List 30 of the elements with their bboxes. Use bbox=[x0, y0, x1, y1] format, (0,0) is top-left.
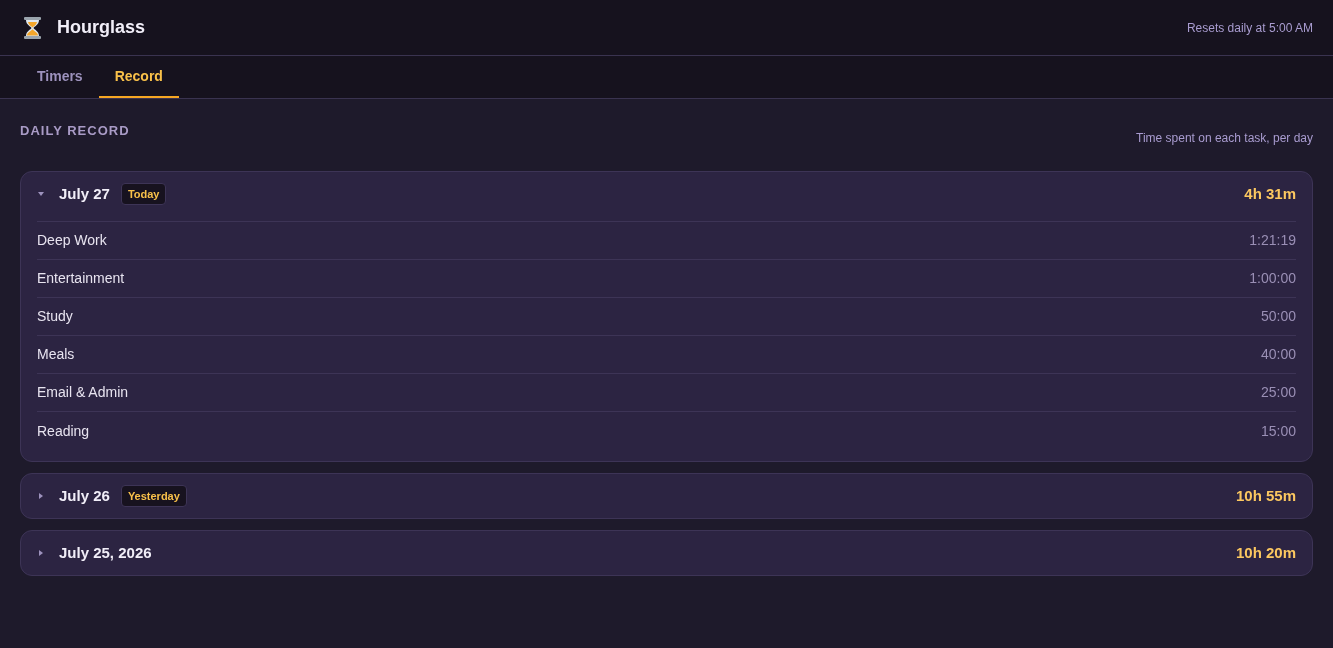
day-date: July 25, 2026 bbox=[59, 542, 152, 563]
app-title: Hourglass bbox=[57, 16, 146, 39]
day-date: July 26 bbox=[59, 485, 110, 506]
day-date: July 27 bbox=[59, 183, 110, 204]
hourglass-icon bbox=[24, 16, 41, 39]
day-badge: Yesterday bbox=[120, 484, 187, 508]
tab[interactable]: Record bbox=[98, 56, 179, 98]
task-name: Entertainment bbox=[37, 269, 125, 288]
day-badge: Today bbox=[120, 182, 167, 206]
task-name: Study bbox=[37, 307, 73, 326]
tab[interactable]: Timers bbox=[21, 56, 99, 98]
task-time: 15:00 bbox=[1260, 421, 1296, 441]
day-total: 4h 31m bbox=[1244, 183, 1296, 204]
caret-right-icon[interactable] bbox=[37, 492, 45, 500]
task-time: 1:00:00 bbox=[1249, 269, 1296, 288]
day-total: 10h 20m bbox=[1235, 542, 1296, 563]
task-name: Email & Admin bbox=[37, 383, 129, 402]
task-name: Reading bbox=[37, 421, 90, 441]
day-total: 10h 55m bbox=[1235, 485, 1296, 506]
caret-right-icon[interactable] bbox=[37, 549, 45, 557]
task-time: 1:21:19 bbox=[1249, 231, 1296, 250]
caret-down-icon[interactable] bbox=[37, 190, 45, 198]
reset-note: Resets daily at 5:00 AM bbox=[1186, 19, 1313, 37]
task-name: Meals bbox=[37, 345, 75, 364]
section-subtitle: Time spent on each task, per day bbox=[1136, 130, 1313, 147]
task-time: 25:00 bbox=[1260, 383, 1296, 402]
task-time: 40:00 bbox=[1260, 345, 1296, 364]
task-time: 50:00 bbox=[1260, 307, 1296, 326]
section-title: DAILY RECORD bbox=[20, 122, 130, 140]
task-name: Deep Work bbox=[37, 231, 107, 250]
